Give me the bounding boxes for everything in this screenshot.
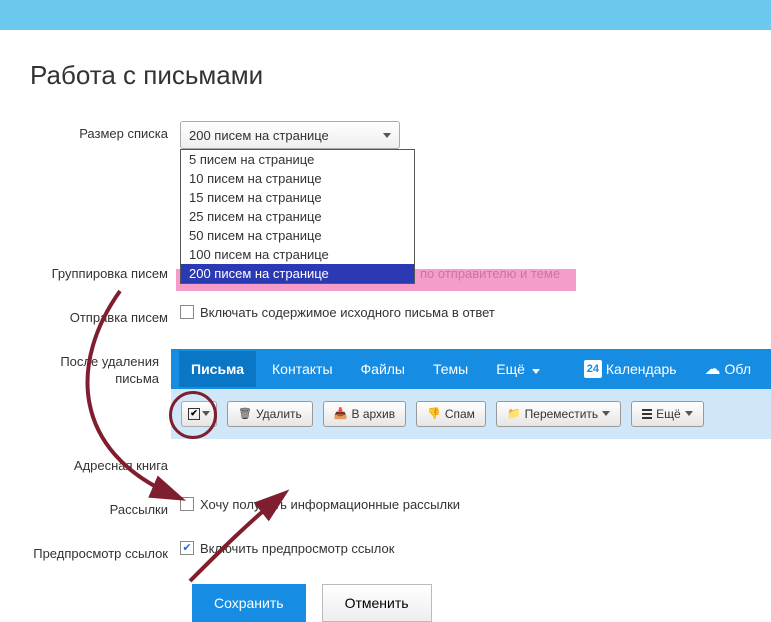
delete-button[interactable]: 🗑 Удалить — [227, 401, 313, 427]
list-size-option[interactable]: 25 писем на странице — [181, 207, 414, 226]
chevron-down-icon — [383, 133, 391, 138]
link-preview-checkbox[interactable] — [180, 541, 194, 555]
spam-button[interactable]: 👎 Спам — [416, 401, 486, 427]
chevron-down-icon — [602, 411, 610, 416]
list-size-option[interactable]: 50 писем на странице — [181, 226, 414, 245]
list-size-option[interactable]: 5 писем на странице — [181, 150, 414, 169]
chevron-down-icon — [685, 411, 693, 416]
newsletters-checkbox-label: Хочу получать информационные рассылки — [200, 497, 460, 512]
address-book-label: Адресная книга — [20, 453, 180, 475]
grouping-label: Группировка писем — [20, 261, 180, 283]
page-title: Работа с письмами — [20, 30, 771, 121]
hamburger-icon — [642, 409, 652, 419]
list-size-option-selected[interactable]: 200 писем на странице — [181, 264, 414, 283]
include-original-checkbox[interactable] — [180, 305, 194, 319]
archive-button[interactable]: 📥 В архив — [323, 401, 406, 427]
newsletters-checkbox[interactable] — [180, 497, 194, 511]
mail-toolbar: Письма Контакты Файлы Темы Ещё 24 Календ… — [171, 349, 771, 439]
move-button[interactable]: 📁 Переместить — [496, 401, 621, 427]
window-top-bar — [0, 0, 771, 30]
chevron-down-icon — [202, 411, 210, 416]
tab-mail[interactable]: Письма — [179, 351, 256, 387]
archive-icon: 📥 — [334, 407, 348, 420]
sending-label: Отправка писем — [20, 305, 180, 327]
list-size-select[interactable]: 200 писем на странице — [180, 121, 400, 149]
list-size-option[interactable]: 100 писем на странице — [181, 245, 414, 264]
calendar-icon: 24 — [584, 360, 602, 378]
list-size-option[interactable]: 10 писем на странице — [181, 169, 414, 188]
cancel-button[interactable]: Отменить — [322, 584, 432, 622]
grouping-suffix: по отправителю и теме — [420, 266, 560, 281]
newsletters-label: Рассылки — [20, 497, 180, 519]
cloud-icon: ☁ — [705, 359, 721, 379]
tab-cloud[interactable]: ☁ Обл — [693, 349, 763, 389]
save-button[interactable]: Сохранить — [192, 584, 306, 622]
trash-icon: 🗑 — [238, 407, 252, 420]
chevron-down-icon — [532, 369, 540, 374]
include-original-label: Включать содержимое исходного письма в о… — [200, 305, 495, 320]
list-size-label: Размер списка — [20, 121, 180, 143]
folder-icon: 📁 — [507, 407, 521, 420]
tab-contacts[interactable]: Контакты — [260, 351, 344, 387]
select-all-checkbox[interactable] — [181, 401, 217, 427]
tab-calendar[interactable]: 24 Календарь — [572, 350, 689, 388]
spam-icon: 👎 — [427, 407, 441, 420]
link-preview-label: Предпросмотр ссылок — [20, 541, 180, 563]
tab-files[interactable]: Файлы — [349, 351, 417, 387]
link-preview-checkbox-label: Включить предпросмотр ссылок — [200, 541, 394, 556]
more-actions-button[interactable]: Ещё — [631, 401, 704, 427]
list-size-option[interactable]: 15 писем на странице — [181, 188, 414, 207]
tab-more[interactable]: Ещё — [484, 351, 552, 387]
checkbox-icon — [188, 408, 200, 420]
list-size-dropdown: 5 писем на странице 10 писем на странице… — [180, 149, 415, 284]
tab-themes[interactable]: Темы — [421, 351, 480, 387]
after-delete-label: После удаления письма — [20, 349, 171, 388]
list-size-selected: 200 писем на странице — [189, 128, 329, 143]
